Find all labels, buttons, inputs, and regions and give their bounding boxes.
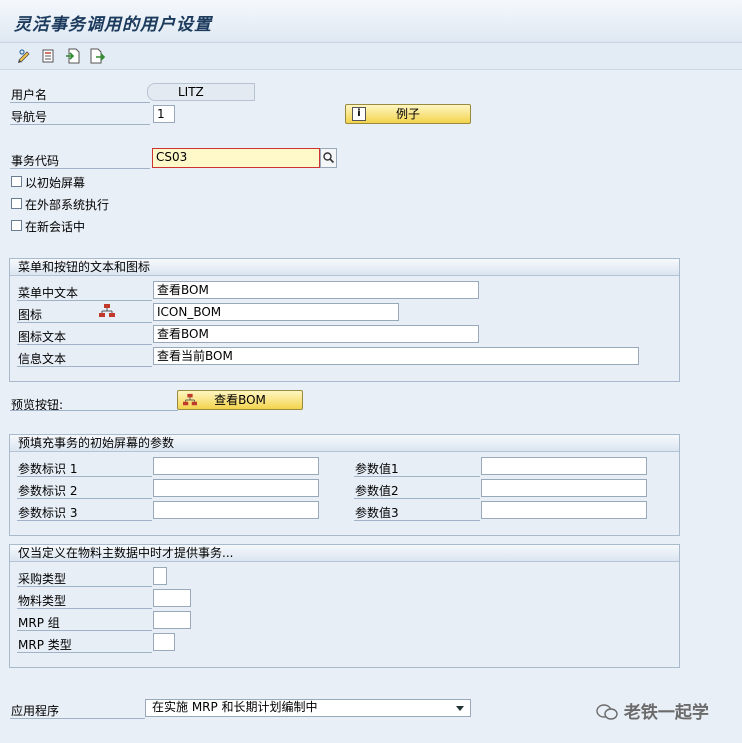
material-master-group: 仅当定义在物料主数据中时才提供事务... (9, 544, 680, 668)
username-label: 用户名 (11, 88, 48, 102)
param-value-label: 参数值1 (355, 462, 399, 476)
import-icon[interactable] (64, 47, 82, 65)
edit-icon[interactable] (16, 47, 34, 65)
label-underline (10, 410, 178, 411)
nav-number-field[interactable]: 1 (153, 105, 175, 123)
mrp-type-field[interactable] (153, 633, 175, 651)
param-id-label: 参数标识 2 (18, 484, 78, 498)
title-bar: 灵活事务调用的用户设置 (0, 0, 742, 43)
label-underline (17, 476, 152, 477)
label-underline (10, 168, 150, 169)
settings-list-icon[interactable] (40, 47, 58, 65)
info-icon: i (352, 107, 366, 121)
application-label: 应用程序 (11, 704, 60, 718)
label-underline (17, 586, 152, 587)
mrp-group-field[interactable] (153, 611, 191, 629)
purchase-type-field[interactable] (153, 567, 167, 585)
external-system-label: 在外部系统执行 (25, 198, 110, 212)
icon-text-label: 图标文本 (18, 330, 67, 344)
label-underline (17, 322, 152, 323)
param-id-label: 参数标识 1 (18, 462, 78, 476)
application-select-value: 在实施 MRP 和长期计划编制中 (152, 700, 318, 714)
material-type-label: 物料类型 (18, 594, 67, 608)
preview-button[interactable]: 查看BOM (177, 390, 303, 410)
bom-tree-icon (183, 393, 197, 406)
new-session-label: 在新会话中 (25, 220, 86, 234)
param-value-field-3[interactable] (481, 501, 647, 519)
export-icon[interactable] (88, 47, 106, 65)
material-master-group-title: 仅当定义在物料主数据中时才提供事务... (10, 545, 679, 562)
param-value-field-2[interactable] (481, 479, 647, 497)
param-id-field-2[interactable] (153, 479, 319, 497)
label-underline (354, 476, 480, 477)
icon-field[interactable]: ICON_BOM (153, 303, 399, 321)
label-underline (10, 102, 150, 103)
watermark: 老铁一起学 (596, 698, 709, 723)
toolbar (0, 43, 742, 70)
bom-tree-icon (99, 304, 115, 317)
initial-screen-checkbox[interactable] (11, 176, 22, 187)
param-value-field-1[interactable] (481, 457, 647, 475)
mrp-group-label: MRP 组 (18, 616, 60, 630)
params-group-title: 预填充事务的初始屏幕的参数 (10, 435, 679, 452)
label-underline (17, 630, 152, 631)
purchase-type-label: 采购类型 (18, 572, 67, 586)
info-text-field[interactable]: 查看当前BOM (153, 347, 639, 365)
preview-button-label: 查看BOM (214, 393, 266, 407)
label-underline (17, 300, 152, 301)
username-field: LITZ (147, 83, 255, 101)
example-button-label: 例子 (395, 107, 420, 121)
initial-screen-label: 以初始屏幕 (25, 176, 86, 190)
mrp-type-label: MRP 类型 (18, 638, 72, 652)
label-underline (17, 344, 152, 345)
wechat-icon (596, 704, 618, 720)
menu-text-field[interactable]: 查看BOM (153, 281, 479, 299)
label-underline (10, 718, 145, 719)
label-underline (354, 520, 480, 521)
param-id-field-1[interactable] (153, 457, 319, 475)
search-help-button[interactable] (320, 148, 337, 168)
label-underline (17, 608, 152, 609)
nav-number-label: 导航号 (11, 110, 48, 124)
watermark-text: 老铁一起学 (623, 703, 709, 723)
tcode-field[interactable]: CS03 (152, 148, 320, 168)
menu-text-label: 菜单中文本 (18, 286, 79, 300)
param-id-field-3[interactable] (153, 501, 319, 519)
label-underline (17, 520, 152, 521)
material-type-field[interactable] (153, 589, 191, 607)
label-underline (10, 124, 150, 125)
chevron-down-icon[interactable] (456, 706, 464, 711)
param-value-label: 参数值3 (355, 506, 399, 520)
label-underline (17, 366, 152, 367)
param-value-label: 参数值2 (355, 484, 399, 498)
icon-label: 图标 (18, 308, 43, 322)
external-system-checkbox[interactable] (11, 198, 22, 209)
application-select[interactable]: 在实施 MRP 和长期计划编制中 (145, 699, 471, 717)
label-underline (17, 652, 152, 653)
label-underline (17, 498, 152, 499)
label-underline (354, 498, 480, 499)
info-text-label: 信息文本 (18, 352, 67, 366)
tcode-label: 事务代码 (11, 154, 60, 168)
window-title: 灵活事务调用的用户设置 (14, 15, 212, 35)
menu-text-group-title: 菜单和按钮的文本和图标 (10, 259, 679, 276)
icon-text-field[interactable]: 查看BOM (153, 325, 479, 343)
search-icon (323, 152, 335, 164)
param-id-label: 参数标识 3 (18, 506, 78, 520)
example-button[interactable]: i 例子 (345, 104, 471, 124)
new-session-checkbox[interactable] (11, 220, 22, 231)
